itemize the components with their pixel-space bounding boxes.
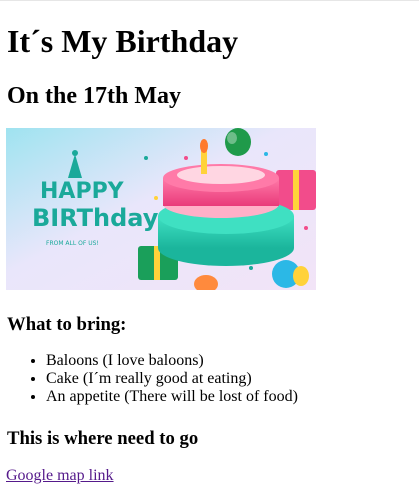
location-heading: This is where need to go: [7, 428, 199, 449]
birthday-banner-image: HAPPY BIRThday FROM ALL OF US!: [6, 128, 316, 290]
google-map-link[interactable]: Google map link: [6, 467, 114, 485]
banner-happy-text: HAPPY: [40, 179, 125, 204]
top-divider: [0, 0, 419, 1]
banner-tagline-text: FROM ALL OF US!: [46, 240, 99, 247]
list-item: Cake (I´m really good at eating): [46, 370, 298, 388]
list-item: An appetite (There will be lost of food): [46, 388, 298, 406]
list-item: Baloons (I love baloons): [46, 352, 298, 370]
banner-birthday-text: BIRThday: [32, 204, 159, 232]
what-to-bring-heading: What to bring:: [7, 314, 127, 335]
date-heading: On the 17th May: [7, 83, 181, 109]
bring-list: Baloons (I love baloons) Cake (I´m reall…: [0, 352, 298, 406]
page-title: It´s My Birthday: [7, 23, 239, 59]
